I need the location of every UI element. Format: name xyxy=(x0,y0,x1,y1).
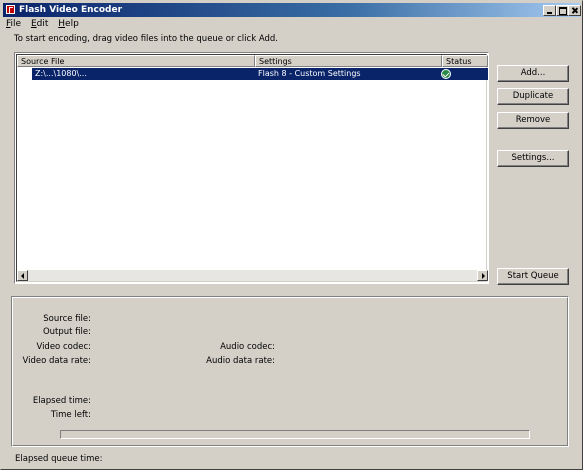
encoding-details-panel: Source file: Output file: Video codec: A… xyxy=(11,296,569,447)
menu-edit[interactable]: Edit xyxy=(28,18,51,31)
start-queue-button[interactable]: Start Queue xyxy=(497,268,569,285)
window-title: Flash Video Encoder xyxy=(19,5,123,15)
horizontal-scrollbar[interactable] xyxy=(17,270,488,281)
add-button[interactable]: Add... xyxy=(497,65,569,82)
flash-app-icon[interactable] xyxy=(6,5,15,14)
menu-file[interactable]: File xyxy=(3,18,24,31)
title-bar[interactable]: Flash Video Encoder xyxy=(3,3,581,17)
app-window: Flash Video Encoder File Edit Help To st… xyxy=(0,0,583,470)
minimize-button[interactable] xyxy=(543,5,556,16)
duplicate-button[interactable]: Duplicate xyxy=(497,88,569,105)
scroll-left-arrow-icon[interactable] xyxy=(17,270,28,281)
encoding-queue-list[interactable]: Source File Settings Status Z:\...\1080\… xyxy=(14,52,489,284)
close-button[interactable] xyxy=(568,5,581,16)
label-source-file: Source file: xyxy=(43,314,91,324)
remove-button[interactable]: Remove xyxy=(497,112,569,129)
row-source-file: Z:\...\1080\... xyxy=(35,69,87,78)
label-audio-data-rate: Audio data rate: xyxy=(206,356,275,366)
row-settings: Flash 8 - Custom Settings xyxy=(258,69,361,78)
column-header-settings[interactable]: Settings xyxy=(255,55,442,67)
label-time-left: Time left: xyxy=(50,410,91,420)
label-audio-codec: Audio codec: xyxy=(220,342,275,352)
scroll-right-arrow-icon[interactable] xyxy=(477,270,488,281)
label-video-data-rate: Video data rate: xyxy=(22,356,92,366)
label-video-codec: Video codec: xyxy=(36,342,91,352)
column-header-status[interactable]: Status xyxy=(442,55,488,67)
encoding-progress-bar xyxy=(60,430,530,439)
menu-help[interactable]: Help xyxy=(55,18,82,31)
menu-bar: File Edit Help xyxy=(3,18,83,31)
settings-button[interactable]: Settings... xyxy=(497,150,569,167)
column-header-source-file[interactable]: Source File xyxy=(17,55,255,67)
elapsed-queue-time-label: Elapsed queue time: xyxy=(15,454,103,464)
instruction-text: To start encoding, drag video files into… xyxy=(14,34,278,44)
queue-row[interactable]: Z:\...\1080\... Flash 8 - Custom Setting… xyxy=(17,68,488,80)
label-elapsed-time: Elapsed time: xyxy=(32,396,91,406)
check-circle-icon xyxy=(441,69,451,79)
label-output-file: Output file: xyxy=(42,327,91,337)
